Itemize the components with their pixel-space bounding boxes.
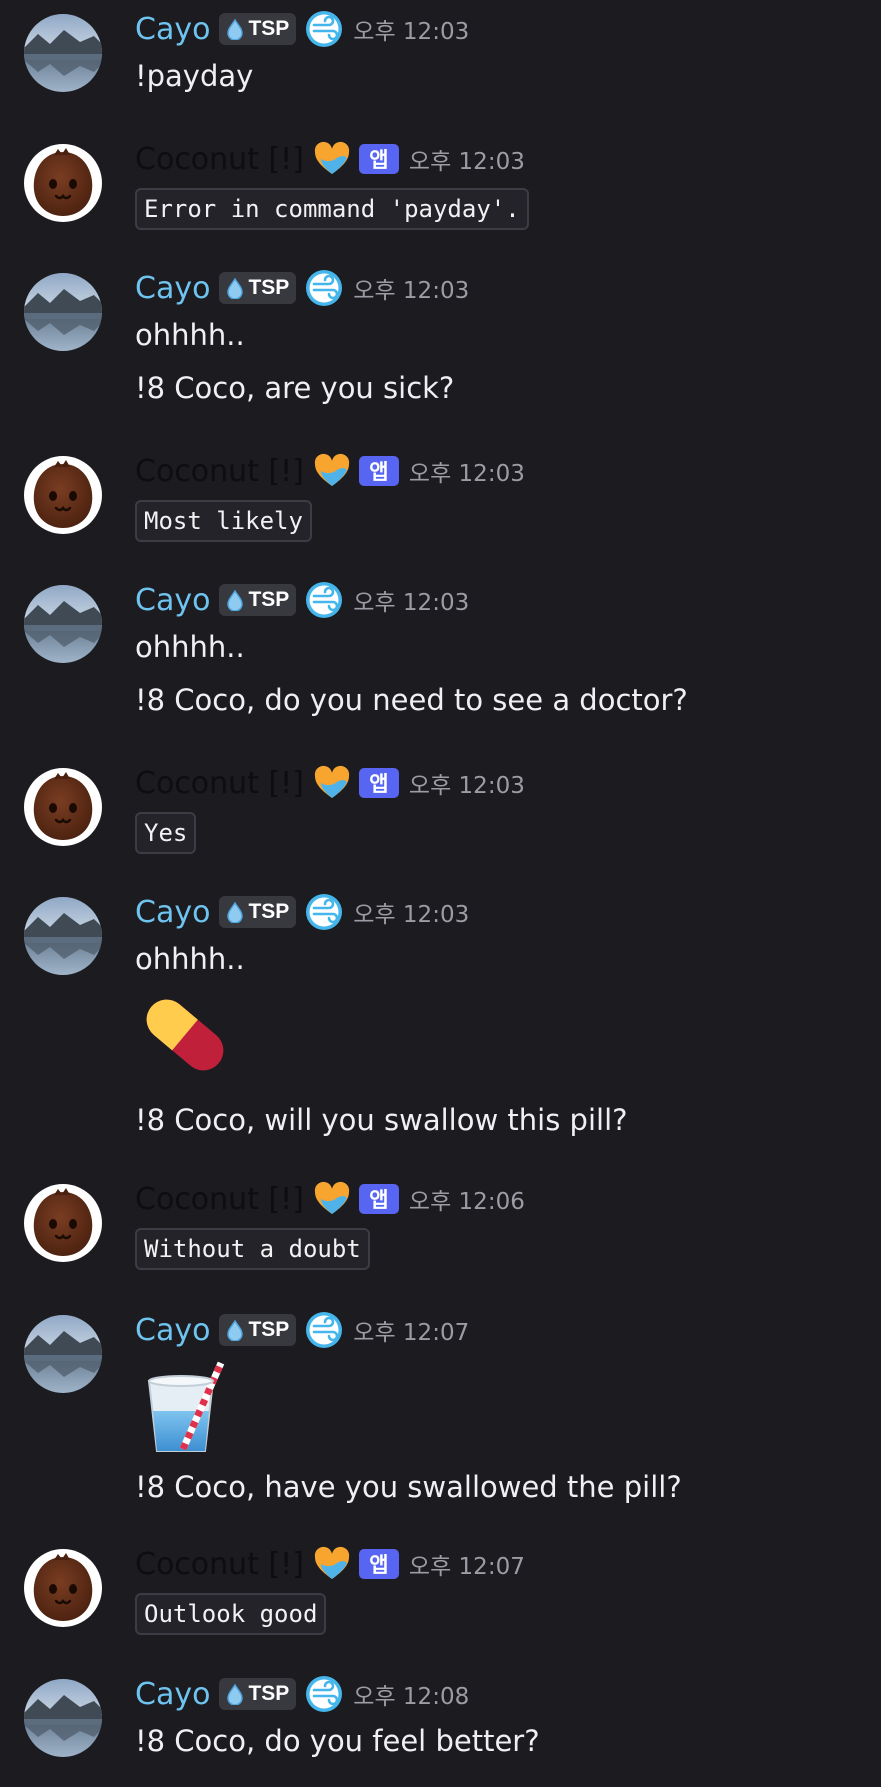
app-badge: 앱	[358, 1184, 399, 1214]
guild-tag-label: TSP	[248, 1318, 290, 1341]
author-name[interactable]: Coconut [!]	[135, 1182, 304, 1217]
app-badge: 앱	[358, 1549, 399, 1579]
timestamp[interactable]: 오후 12:03	[409, 142, 525, 176]
water-drop-icon	[227, 1683, 244, 1705]
code-reply: Yes	[135, 812, 197, 854]
author-name[interactable]: Coconut [!]	[135, 1547, 304, 1582]
guild-tag-label: TSP	[248, 17, 290, 40]
orange-blue-heart-icon[interactable]	[313, 452, 351, 490]
wind-swirl-badge-icon[interactable]	[305, 269, 343, 307]
guild-tag[interactable]: TSP	[219, 1314, 297, 1346]
message-text: !8 Coco, do you need to see a doctor?	[135, 683, 688, 717]
guild-tag-label: TSP	[248, 900, 290, 923]
cayo-avatar-icon[interactable]	[24, 585, 102, 663]
author-name[interactable]: Cayo	[135, 1313, 210, 1348]
wind-swirl-badge-icon[interactable]	[305, 10, 343, 48]
app-badge: 앱	[358, 456, 399, 486]
timestamp[interactable]: 오후 12:07	[353, 1313, 469, 1347]
guild-tag[interactable]: TSP	[219, 896, 297, 928]
timestamp[interactable]: 오후 12:06	[409, 1182, 525, 1216]
timestamp[interactable]: 오후 12:03	[409, 454, 525, 488]
cayo-avatar-icon[interactable]	[24, 1315, 102, 1393]
guild-tag[interactable]: TSP	[219, 13, 297, 45]
orange-blue-heart-icon[interactable]	[313, 764, 351, 802]
guild-tag-label: TSP	[248, 588, 290, 611]
code-reply: Error in command 'payday'.	[135, 188, 529, 230]
timestamp[interactable]: 오후 12:03	[353, 12, 469, 46]
message-text: ohhhh..	[135, 942, 245, 976]
water-drop-icon	[227, 18, 244, 40]
author-name[interactable]: Cayo	[135, 583, 210, 618]
timestamp[interactable]: 오후 12:07	[409, 1547, 525, 1581]
cayo-avatar-icon[interactable]	[24, 897, 102, 975]
code-reply: Most likely	[135, 500, 312, 542]
chat-log: Cayo TSP 오후 12:03 !payday Coconut [!] 앱 …	[0, 0, 881, 1787]
wind-swirl-badge-icon[interactable]	[305, 581, 343, 619]
message-text: ohhhh..	[135, 630, 245, 664]
author-name[interactable]: Coconut [!]	[135, 454, 304, 489]
coconut-avatar-icon[interactable]	[24, 768, 102, 846]
app-badge: 앱	[358, 768, 399, 798]
guild-tag-label: TSP	[248, 276, 290, 299]
guild-tag[interactable]: TSP	[219, 272, 297, 304]
cayo-avatar-icon[interactable]	[24, 273, 102, 351]
orange-blue-heart-icon[interactable]	[313, 140, 351, 178]
coconut-avatar-icon[interactable]	[24, 144, 102, 222]
coconut-avatar-icon[interactable]	[24, 1184, 102, 1262]
message-text: !8 Coco, do you feel better?	[135, 1724, 540, 1758]
author-name[interactable]: Coconut [!]	[135, 142, 304, 177]
code-reply: Without a doubt	[135, 1228, 370, 1270]
app-badge: 앱	[358, 144, 399, 174]
cayo-avatar-icon[interactable]	[24, 14, 102, 92]
timestamp[interactable]: 오후 12:03	[353, 583, 469, 617]
author-name[interactable]: Cayo	[135, 271, 210, 306]
coconut-avatar-icon[interactable]	[24, 456, 102, 534]
water-drop-icon	[227, 589, 244, 611]
guild-tag-label: TSP	[248, 1682, 290, 1705]
message-text: !8 Coco, have you swallowed the pill?	[135, 1470, 682, 1504]
timestamp[interactable]: 오후 12:03	[353, 895, 469, 929]
message-text: !8 Coco, will you swallow this pill?	[135, 1103, 628, 1137]
timestamp[interactable]: 오후 12:08	[353, 1677, 469, 1711]
cup-with-straw-emoji-icon	[135, 1359, 235, 1459]
timestamp[interactable]: 오후 12:03	[409, 766, 525, 800]
wind-swirl-badge-icon[interactable]	[305, 1311, 343, 1349]
wind-swirl-badge-icon[interactable]	[305, 1675, 343, 1713]
water-drop-icon	[227, 277, 244, 299]
author-name[interactable]: Cayo	[135, 1677, 210, 1712]
pill-emoji-icon	[135, 985, 235, 1085]
orange-blue-heart-icon[interactable]	[313, 1180, 351, 1218]
guild-tag[interactable]: TSP	[219, 584, 297, 616]
author-name[interactable]: Coconut [!]	[135, 766, 304, 801]
coconut-avatar-icon[interactable]	[24, 1549, 102, 1627]
message-text: !8 Coco, are you sick?	[135, 371, 455, 405]
water-drop-icon	[227, 901, 244, 923]
water-drop-icon	[227, 1319, 244, 1341]
author-name[interactable]: Cayo	[135, 12, 210, 47]
wind-swirl-badge-icon[interactable]	[305, 893, 343, 931]
message-text: !payday	[135, 59, 254, 93]
timestamp[interactable]: 오후 12:03	[353, 271, 469, 305]
code-reply: Outlook good	[135, 1593, 327, 1635]
guild-tag[interactable]: TSP	[219, 1678, 297, 1710]
cayo-avatar-icon[interactable]	[24, 1679, 102, 1757]
message-text: ohhhh..	[135, 318, 245, 352]
author-name[interactable]: Cayo	[135, 895, 210, 930]
orange-blue-heart-icon[interactable]	[313, 1545, 351, 1583]
